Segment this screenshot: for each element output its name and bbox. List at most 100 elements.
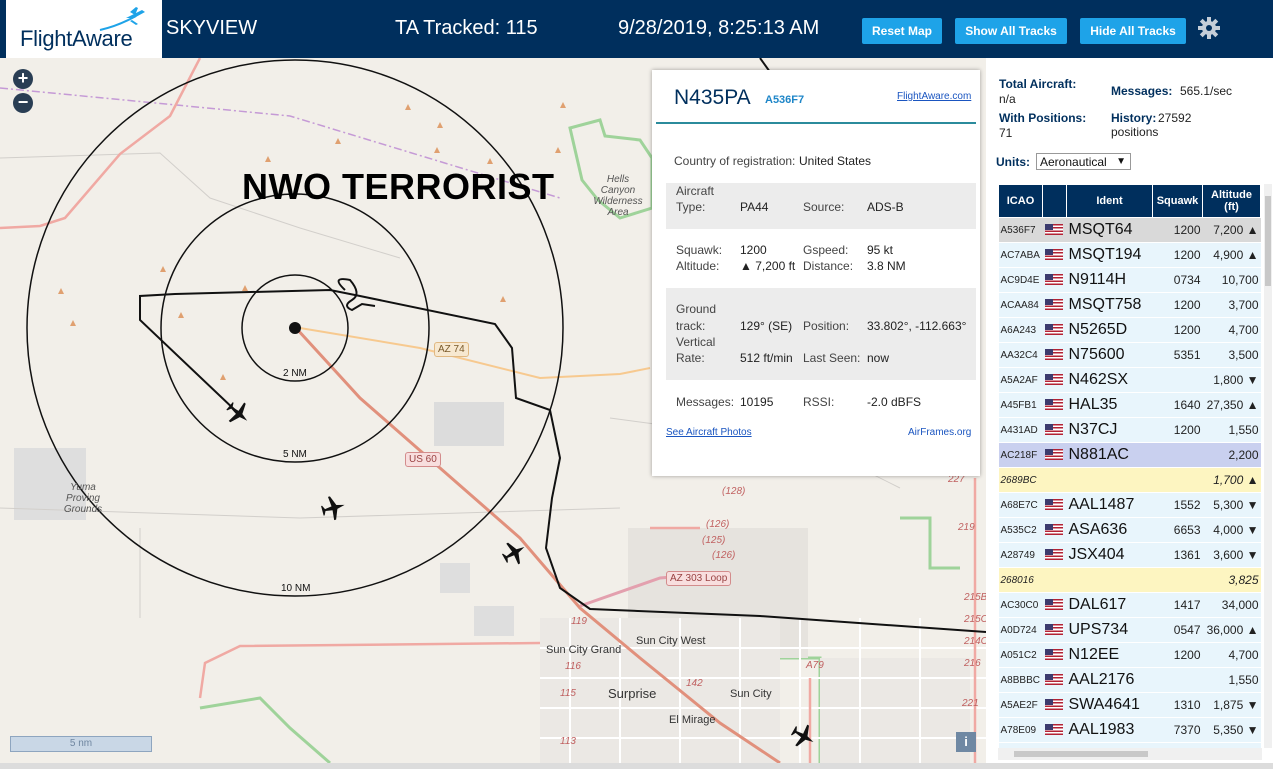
road-label-az303: AZ 303 Loop <box>666 571 732 586</box>
row-ident: N5265D <box>1066 317 1153 343</box>
table-row[interactable]: A431AD N37CJ 1200 1,550 <box>998 417 1261 443</box>
row-ident: MSQT64 <box>1066 217 1153 243</box>
row-icao: A5AE2F <box>998 692 1043 718</box>
row-squawk: 1200 <box>1152 417 1203 443</box>
flightaware-link[interactable]: FlightAware.com <box>897 91 971 102</box>
aircraft-type-value: PA44 <box>740 200 769 214</box>
row-squawk: 6653 <box>1152 517 1203 543</box>
lastseen-value: now <box>867 351 890 365</box>
row-ident: AAL1487 <box>1066 492 1153 518</box>
scale-bar: 5 nm <box>10 736 152 752</box>
units-select-value: Aeronautical <box>1040 155 1107 169</box>
popup-hex-link[interactable]: A536F7 <box>765 94 804 106</box>
table-row[interactable]: AA32C4 N75600 5351 3,500 <box>998 342 1261 368</box>
scroll-thumb[interactable] <box>1014 751 1148 757</box>
track-label: track: <box>676 319 706 333</box>
hide-all-tracks-button[interactable]: Hide All Tracks <box>1080 18 1186 44</box>
total-aircraft-label: Total Aircraft: <box>999 77 1077 91</box>
airframes-link[interactable]: AirFrames.org <box>908 427 971 438</box>
row-icao: AC218F <box>998 442 1043 468</box>
table-row[interactable]: A28749 JSX404 1361 3,600 ▼ <box>998 542 1261 568</box>
row-ident: N9114H <box>1066 267 1153 293</box>
zoom-in-button[interactable]: + <box>13 69 33 89</box>
row-altitude: 34,000 <box>1202 592 1261 618</box>
road-number: 216 <box>964 658 981 669</box>
flag-cell <box>1042 692 1067 718</box>
table-row[interactable]: ACAA84 MSQT758 1200 3,700 <box>998 292 1261 318</box>
history-value: 27592 positions <box>1111 111 1192 139</box>
table-row[interactable]: A051C2 N12EE 1200 4,700 <box>998 642 1261 668</box>
road-number: 142 <box>686 678 703 689</box>
table-row[interactable]: A5AE2F SWA4641 1310 1,875 ▼ <box>998 692 1261 718</box>
column-header-ident[interactable]: Ident <box>1066 184 1153 218</box>
table-row[interactable]: AC7ABA MSQT194 1200 4,900 ▲ <box>998 242 1261 268</box>
gear-icon[interactable] <box>1197 16 1221 40</box>
row-altitude: 1,700 ▲ <box>1202 467 1261 493</box>
reset-map-button[interactable]: Reset Map <box>862 18 942 44</box>
table-row[interactable]: AC218F N881AC 2,200 <box>998 442 1261 468</box>
row-altitude: 5,300 ▼ <box>1202 492 1261 518</box>
road-number: 115 <box>560 688 576 699</box>
row-ident: N881AC <box>1066 442 1153 468</box>
zoom-out-button[interactable]: − <box>13 93 33 113</box>
table-row[interactable]: 2689BC 1,700 ▲ <box>998 467 1261 493</box>
aircraft-type-label: Type: <box>676 200 706 214</box>
info-button[interactable]: i <box>956 732 976 752</box>
chevron-down-icon: ▼ <box>1116 156 1126 167</box>
table-row[interactable]: A6A243 N5265D 1200 4,700 <box>998 317 1261 343</box>
us-flag-icon <box>1044 524 1063 536</box>
row-squawk: 7370 <box>1152 717 1203 743</box>
row-altitude: 10,700 <box>1202 267 1261 293</box>
messages-rate-label: Messages: <box>1111 84 1173 98</box>
altitude-label: Altitude: <box>676 259 720 273</box>
row-squawk: 1200 <box>1152 292 1203 318</box>
us-flag-icon <box>1044 424 1063 436</box>
table-row[interactable]: A45FB1 HAL35 1640 27,350 ▲ <box>998 392 1261 418</box>
table-row[interactable]: A78E09 AAL1983 7370 5,350 ▼ <box>998 717 1261 743</box>
ring-label-10nm: 10 NM <box>281 583 311 594</box>
row-altitude: 7,200 ▲ <box>1202 217 1261 243</box>
row-squawk: 1200 <box>1152 242 1203 268</box>
row-ident: AAL2176 <box>1066 667 1153 693</box>
table-row[interactable]: A5A2AF N462SX 1,800 ▼ <box>998 367 1261 393</box>
table-row[interactable]: AC30C0 DAL617 1417 34,000 <box>998 592 1261 618</box>
messages-label: Messages: <box>676 395 735 409</box>
us-flag-icon <box>1044 549 1063 561</box>
squawk-label: Squawk: <box>676 243 723 257</box>
altitude-value: ▲ 7,200 ft <box>740 259 796 273</box>
column-header-altitude[interactable]: Altitude (ft) <box>1202 184 1261 218</box>
row-altitude: 1,550 <box>1202 667 1261 693</box>
column-header-icao[interactable]: ICAO <box>998 184 1043 218</box>
row-altitude: 4,700 <box>1202 317 1261 343</box>
flag-cell <box>1042 717 1067 743</box>
table-row[interactable]: 268016 3,825 <box>998 567 1261 593</box>
rssi-value: -2.0 dBFS <box>867 395 922 409</box>
row-altitude: 4,000 ▼ <box>1202 517 1261 543</box>
table-row[interactable]: A68E7C AAL1487 1552 5,300 ▼ <box>998 492 1261 518</box>
table-vertical-scrollbar[interactable] <box>1264 184 1272 748</box>
row-altitude: 5,350 ▼ <box>1202 717 1261 743</box>
us-flag-icon <box>1044 324 1063 336</box>
table-row[interactable]: A0D724 UPS734 0547 36,000 ▲ <box>998 617 1261 643</box>
flag-cell <box>1042 292 1067 318</box>
column-header-flag[interactable] <box>1042 184 1067 218</box>
table-row[interactable]: AC9D4E N9114H 0734 10,700 <box>998 267 1261 293</box>
units-select[interactable]: Aeronautical ▼ <box>1036 153 1131 170</box>
row-squawk: 0547 <box>1152 617 1203 643</box>
row-icao: ACAA84 <box>998 292 1043 318</box>
aircraft-table-wrapper[interactable]: ICAO Ident Squawk Altitude (ft) A536F7 MS… <box>998 184 1262 748</box>
flightaware-logo[interactable]: FlightAware <box>6 0 162 58</box>
road-number: 113 <box>560 736 576 747</box>
scroll-thumb[interactable] <box>1265 196 1271 286</box>
table-row[interactable]: A536F7 MSQT64 1200 7,200 ▲ <box>998 217 1261 243</box>
row-squawk: 0734 <box>1152 267 1203 293</box>
position-label: Position: <box>803 319 850 333</box>
messages-value: 10195 <box>740 395 774 409</box>
aircraft-photos-link[interactable]: See Aircraft Photos <box>666 427 752 438</box>
road-number: 221 <box>962 698 979 709</box>
column-header-squawk[interactable]: Squawk <box>1152 184 1203 218</box>
table-horizontal-scrollbar[interactable] <box>998 748 1262 760</box>
show-all-tracks-button[interactable]: Show All Tracks <box>955 18 1067 44</box>
table-row[interactable]: A535C2 ASA636 6653 4,000 ▼ <box>998 517 1261 543</box>
table-row[interactable]: A8BBBC AAL2176 1,550 <box>998 667 1261 693</box>
